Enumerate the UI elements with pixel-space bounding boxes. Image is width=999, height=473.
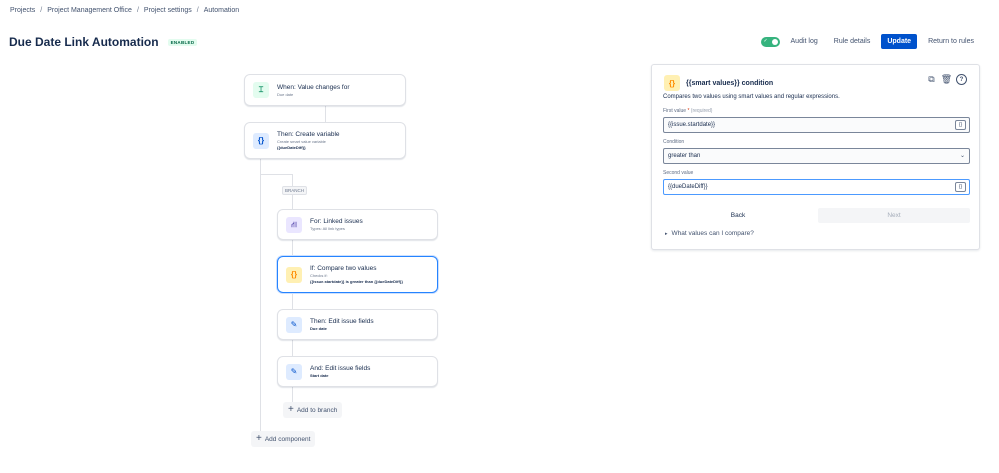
smart-value-picker-icon[interactable]: {} bbox=[955, 120, 966, 130]
second-value-text: {{dueDateDiff}} bbox=[668, 184, 708, 190]
card-subtitle: Create smart value variable bbox=[277, 139, 326, 144]
card-subtitle: Types: All link types bbox=[310, 226, 345, 231]
first-value-text: {{issue.startdate}} bbox=[668, 122, 716, 128]
required-hint: (required) bbox=[690, 108, 713, 114]
breadcrumb: Projects / Project Management Office / P… bbox=[10, 7, 239, 14]
branch-for-card[interactable]: ⛙ For: Linked issues Types: All link typ… bbox=[277, 209, 438, 240]
condition-icon: {} bbox=[286, 266, 302, 283]
create-variable-card[interactable]: {} Then: Create variable Create smart va… bbox=[244, 122, 406, 159]
title-row: Due Date Link Automation ENABLED bbox=[9, 35, 198, 49]
card-subtitle: Due date bbox=[277, 91, 294, 97]
required-mark: * bbox=[687, 108, 690, 114]
status-badge: ENABLED bbox=[167, 38, 198, 46]
breadcrumb-automation[interactable]: Automation bbox=[204, 7, 239, 14]
edit-start-date-card[interactable]: ✎ And: Edit issue fields Start date bbox=[277, 356, 438, 387]
caret-right-icon: ▸ bbox=[665, 230, 668, 237]
flow-connector bbox=[260, 159, 261, 439]
next-button[interactable]: Next bbox=[818, 208, 970, 223]
trigger-icon: ⌶ bbox=[253, 82, 269, 98]
panel-description: Compares two values using smart values a… bbox=[663, 94, 840, 100]
panel-tools: ⧉ 🗑 ? bbox=[926, 74, 967, 85]
update-button[interactable]: Update bbox=[881, 34, 918, 49]
flow-connector bbox=[325, 106, 326, 122]
condition-icon: {} bbox=[664, 75, 680, 91]
card-title: If: Compare two values bbox=[310, 265, 377, 272]
add-component-button[interactable]: + Add component bbox=[251, 431, 316, 447]
rule-details-button[interactable]: Rule details bbox=[829, 34, 876, 49]
breadcrumb-separator: / bbox=[136, 7, 139, 14]
edit-due-date-card[interactable]: ✎ Then: Edit issue fields Due date bbox=[277, 309, 438, 340]
first-value-input[interactable]: {{issue.startdate}} {} bbox=[663, 117, 970, 133]
component-config-panel: {} {{smart values}} condition ⧉ 🗑 ? Comp… bbox=[651, 64, 980, 250]
first-value-label: First value * (required) bbox=[663, 108, 712, 114]
help-icon[interactable]: ? bbox=[956, 74, 967, 85]
audit-log-button[interactable]: Audit log bbox=[786, 34, 823, 49]
card-detail: {{dueDateDiff}} bbox=[277, 145, 306, 150]
condition-selected-value: greater than bbox=[668, 153, 701, 159]
panel-title: {{smart values}} condition bbox=[686, 79, 774, 87]
add-to-branch-button[interactable]: + Add to branch bbox=[283, 402, 343, 418]
trigger-card[interactable]: ⌶ When: Value changes for Due date bbox=[244, 74, 406, 106]
breadcrumb-projects[interactable]: Projects bbox=[10, 7, 35, 14]
trash-icon[interactable]: 🗑 bbox=[941, 74, 952, 85]
card-title: Then: Create variable bbox=[277, 131, 340, 138]
toggle-knob bbox=[771, 38, 778, 45]
header-actions: ✓ Audit log Rule details Update Return t… bbox=[760, 34, 979, 49]
condition-select[interactable]: greater than ⌄ bbox=[663, 148, 970, 164]
condition-label: Condition bbox=[663, 139, 685, 145]
breadcrumb-project-management-office[interactable]: Project Management Office bbox=[47, 7, 132, 14]
label-text: First value bbox=[663, 108, 687, 114]
card-title: For: Linked issues bbox=[310, 218, 363, 225]
expander-label: What values can I compare? bbox=[671, 230, 754, 237]
button-label: Add component bbox=[264, 435, 311, 443]
smart-value-picker-icon[interactable]: {} bbox=[955, 182, 966, 192]
button-label: Add to branch bbox=[296, 406, 338, 414]
page-title: Due Date Link Automation bbox=[9, 35, 159, 49]
card-detail: {{issue.startdate}} is greater than {{du… bbox=[310, 279, 403, 284]
breadcrumb-separator: / bbox=[40, 7, 43, 14]
smart-value-icon: {} bbox=[253, 132, 269, 149]
back-button[interactable]: Back bbox=[663, 208, 813, 223]
what-values-expander[interactable]: ▸ What values can I compare? bbox=[665, 230, 754, 237]
pencil-icon: ✎ bbox=[286, 363, 302, 380]
card-detail: Due date bbox=[310, 326, 327, 331]
condition-card[interactable]: {} If: Compare two values Checks if: {{i… bbox=[277, 256, 438, 293]
pencil-icon: ✎ bbox=[286, 316, 302, 333]
flow-connector bbox=[260, 174, 292, 175]
plus-icon: + bbox=[256, 433, 262, 444]
card-detail: Start date bbox=[310, 373, 329, 378]
card-subtitle: Checks if: bbox=[310, 273, 328, 278]
card-title: And: Edit issue fields bbox=[310, 365, 371, 372]
copy-icon[interactable]: ⧉ bbox=[926, 74, 937, 85]
branch-label: BRANCH bbox=[282, 186, 308, 195]
second-value-input[interactable]: {{dueDateDiff}} {} bbox=[663, 179, 970, 195]
breadcrumb-separator: / bbox=[196, 7, 199, 14]
card-title: When: Value changes for bbox=[277, 83, 350, 91]
chevron-down-icon: ⌄ bbox=[959, 153, 965, 159]
rule-flow-canvas: ⌶ When: Value changes for Due date {} Th… bbox=[0, 60, 640, 473]
help-glyph: ? bbox=[959, 76, 964, 83]
card-title: Then: Edit issue fields bbox=[310, 318, 374, 325]
check-icon: ✓ bbox=[763, 38, 768, 44]
breadcrumb-project-settings[interactable]: Project settings bbox=[144, 7, 192, 14]
plus-icon: + bbox=[288, 404, 294, 415]
rule-enabled-toggle[interactable]: ✓ bbox=[760, 36, 780, 47]
second-value-label: Second value bbox=[663, 170, 694, 176]
branch-icon: ⛙ bbox=[286, 216, 302, 233]
return-to-rules-button[interactable]: Return to rules bbox=[923, 34, 979, 49]
panel-header: {} {{smart values}} condition bbox=[664, 75, 773, 91]
